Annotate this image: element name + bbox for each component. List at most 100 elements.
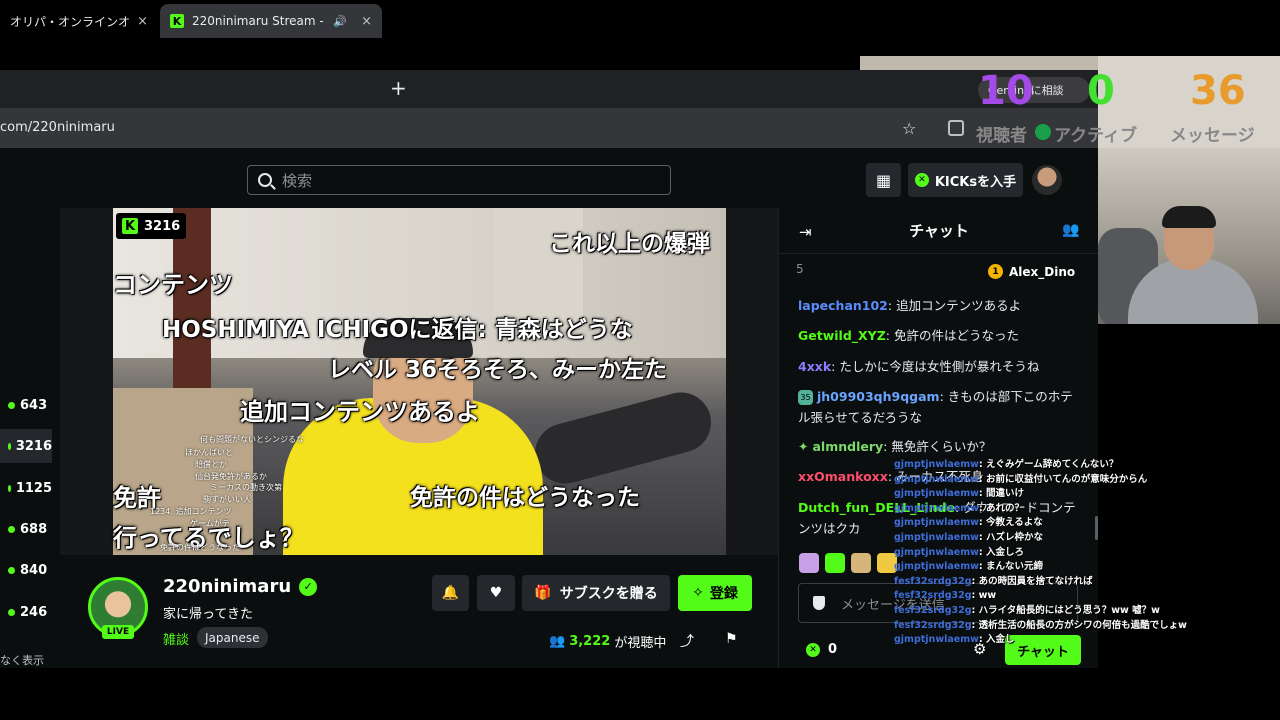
- top-gifter-name: Alex_Dino: [1009, 264, 1076, 279]
- ext-comment-user: fesf32srdg32g: [894, 604, 972, 616]
- video-overlay-text: HOSHIMIYA ICHIGOに返信: 青森はどうな: [162, 317, 633, 343]
- chat-message: ✦ almndlery: 無免許くらいか？: [798, 439, 992, 454]
- ext-comment-text: まんない元締: [986, 561, 1044, 573]
- ext-comment-user: fesf32srdg32g: [894, 590, 972, 602]
- viewers-icon: 👥: [549, 634, 566, 649]
- chat-username[interactable]: Getwild_XYZ: [798, 328, 886, 343]
- gift-sub-button[interactable]: 🎁 サブスクを贈る: [522, 575, 670, 611]
- subscribe-button[interactable]: ✧ 登録: [678, 575, 752, 611]
- chat-username[interactable]: xxOmankoxx: [798, 469, 888, 484]
- hud-active-count: 0: [1087, 68, 1115, 114]
- emote-bar: [799, 553, 897, 579]
- ext-comment-text: ハライタ船長的にはどう思う？ww 嘘？w: [978, 604, 1160, 616]
- browser-tab-stream[interactable]: K 220ninimaru Stream - Wa 🔊 ×: [160, 4, 382, 38]
- emote-icon[interactable]: [851, 553, 871, 573]
- ext-comment-user: gjmptjnwlaemw: [894, 546, 979, 558]
- chat-text: 追加コンテンツあるよ: [896, 298, 1022, 313]
- ext-comment-text: えぐみゲーム辞めてくんない？: [986, 459, 1119, 470]
- coin-icon: 1: [988, 264, 1003, 279]
- chat-username[interactable]: 4xxk: [798, 359, 831, 374]
- kick-logo-icon: K: [122, 218, 138, 234]
- get-kicks-button[interactable]: ✕ KICKsを入手: [908, 163, 1023, 197]
- language-tag[interactable]: Japanese: [197, 627, 268, 648]
- emote-icon[interactable]: [825, 553, 845, 573]
- collapse-chat-icon[interactable]: ⇥: [799, 223, 812, 241]
- top-gifter[interactable]: 1 Alex_Dino: [988, 264, 1075, 279]
- video-small-text: 賠償とか: [195, 460, 227, 469]
- close-icon[interactable]: ×: [137, 14, 148, 29]
- chat-message: lapechan102: 追加コンテンツあるよ: [798, 298, 1022, 313]
- chat-message: 4xxk: たしかに今度は女性側が暴れそうね: [798, 359, 1040, 374]
- ext-comment-text: 透析生活の船長の方がシワの何倍も過酷でしょw: [978, 619, 1187, 631]
- ext-comment: gjmptjnwlaemw: ハズレ枠かな: [894, 531, 1044, 543]
- sidebar-channel[interactable]: 246: [0, 595, 52, 629]
- hud-viewers-label: 視聴者: [976, 126, 1027, 146]
- watching-label: が視聴中: [614, 636, 667, 651]
- heart-icon: ♥: [489, 585, 503, 601]
- ext-comment-user: fesf32srdg32g: [894, 619, 972, 631]
- user-avatar[interactable]: [1032, 165, 1062, 195]
- hud-active-label: アクティブ: [1054, 126, 1138, 146]
- sidebar-channel-active[interactable]: 3216: [0, 429, 52, 463]
- live-badge: LIVE: [102, 625, 134, 639]
- ext-comment: gjmptjnwlaemw: 入金し: [894, 634, 1015, 646]
- ext-comment: gjmptjnwlaemw: 入金しろ: [894, 546, 1025, 558]
- kicks-balance[interactable]: ✕ 0: [806, 642, 837, 657]
- external-comment-overlay: gjmptjnwlaemw: えぐみゲーム辞めてくんない？ gjmptjnwla…: [894, 458, 1204, 648]
- chat-message: 35 jh09903qh9qgam: きものは部下このホテル張らせてるだろうな: [798, 389, 1073, 425]
- hud-messages-label: メッセージ: [1170, 126, 1255, 146]
- sidebar-channel[interactable]: 1125: [0, 471, 52, 505]
- report-icon[interactable]: ⚑: [725, 631, 738, 647]
- notification-bell-button[interactable]: 🔔: [432, 575, 469, 611]
- url-text[interactable]: com/220ninimaru: [0, 120, 115, 135]
- layout-icon: ▦: [875, 170, 892, 190]
- video-overlay-text: 追加コンテンツあるよ: [240, 398, 480, 426]
- ext-comment-text: 今教えるよな: [986, 517, 1043, 529]
- close-icon[interactable]: ×: [361, 14, 372, 29]
- chat-text: たしかに今度は女性側が暴れそうね: [839, 359, 1040, 374]
- stream-category-link[interactable]: 雑談: [163, 629, 189, 648]
- new-tab-button[interactable]: +: [390, 76, 407, 100]
- chat-text: 無免許くらいか？: [891, 439, 992, 454]
- ext-comment-text: お前に収益付いてんのが意味分からん: [986, 473, 1148, 485]
- chat-username[interactable]: lapechan102: [798, 298, 888, 313]
- browser-tab-oripa[interactable]: オリパ・オンラインオリパ ×: [0, 4, 158, 38]
- chat-users-icon[interactable]: 👥: [1062, 222, 1079, 238]
- video-overlay-text: これ以上の爆弾: [549, 231, 710, 257]
- sidebar-channel[interactable]: 643: [0, 388, 52, 422]
- sidebar-channel[interactable]: 840: [0, 553, 52, 587]
- channel-name[interactable]: 220ninimaru ✓: [163, 576, 318, 597]
- live-dot-icon: [8, 608, 15, 616]
- search-icon: [258, 173, 272, 187]
- layout-toggle-button[interactable]: ▦: [866, 163, 901, 197]
- ext-comment-text: あの時因員を捨てなければ: [978, 575, 1093, 587]
- ext-comment-text: 入金し: [986, 634, 1015, 646]
- chat-username[interactable]: almndlery: [812, 439, 883, 454]
- live-dot-icon: [8, 525, 15, 533]
- ext-comment: fesf32srdg32g: ww: [894, 590, 997, 602]
- kick-favicon-icon: K: [170, 14, 184, 28]
- ext-comment-text: 間違いけ: [986, 488, 1025, 500]
- ext-comment-user: gjmptjnwlaemw: [894, 459, 979, 470]
- tab-label: 220ninimaru Stream - Wa: [192, 14, 327, 28]
- live-dot-icon: [8, 484, 11, 492]
- ext-comment: gjmptjnwlaemw: あれの？: [894, 502, 1025, 514]
- video-small-text: ミーカスの動き次第: [210, 483, 282, 492]
- follow-heart-button[interactable]: ♥: [477, 575, 515, 611]
- show-more-link[interactable]: なく表示: [0, 652, 44, 668]
- share-icon[interactable]: ⤴: [680, 631, 694, 651]
- live-dot-icon: [8, 566, 15, 574]
- video-overlay-text: 免許の件はどうなった: [410, 485, 640, 511]
- video-small-text: ほかんばいと: [185, 448, 233, 457]
- viewers-number: 3,222: [569, 634, 611, 649]
- sidebar-channel[interactable]: 688: [0, 512, 52, 546]
- search-input[interactable]: 検索: [247, 165, 671, 195]
- viewer-count: 840: [20, 562, 48, 578]
- chat-header: チャット: [779, 208, 1099, 254]
- chat-username[interactable]: jh09903qh9qgam: [817, 389, 940, 404]
- shield-icon: [813, 596, 825, 610]
- ext-comment-text: 入金しろ: [986, 546, 1025, 558]
- emote-icon[interactable]: [799, 553, 819, 573]
- speaker-icon[interactable]: 🔊: [333, 15, 347, 28]
- get-kicks-label: KICKsを入手: [934, 174, 1017, 190]
